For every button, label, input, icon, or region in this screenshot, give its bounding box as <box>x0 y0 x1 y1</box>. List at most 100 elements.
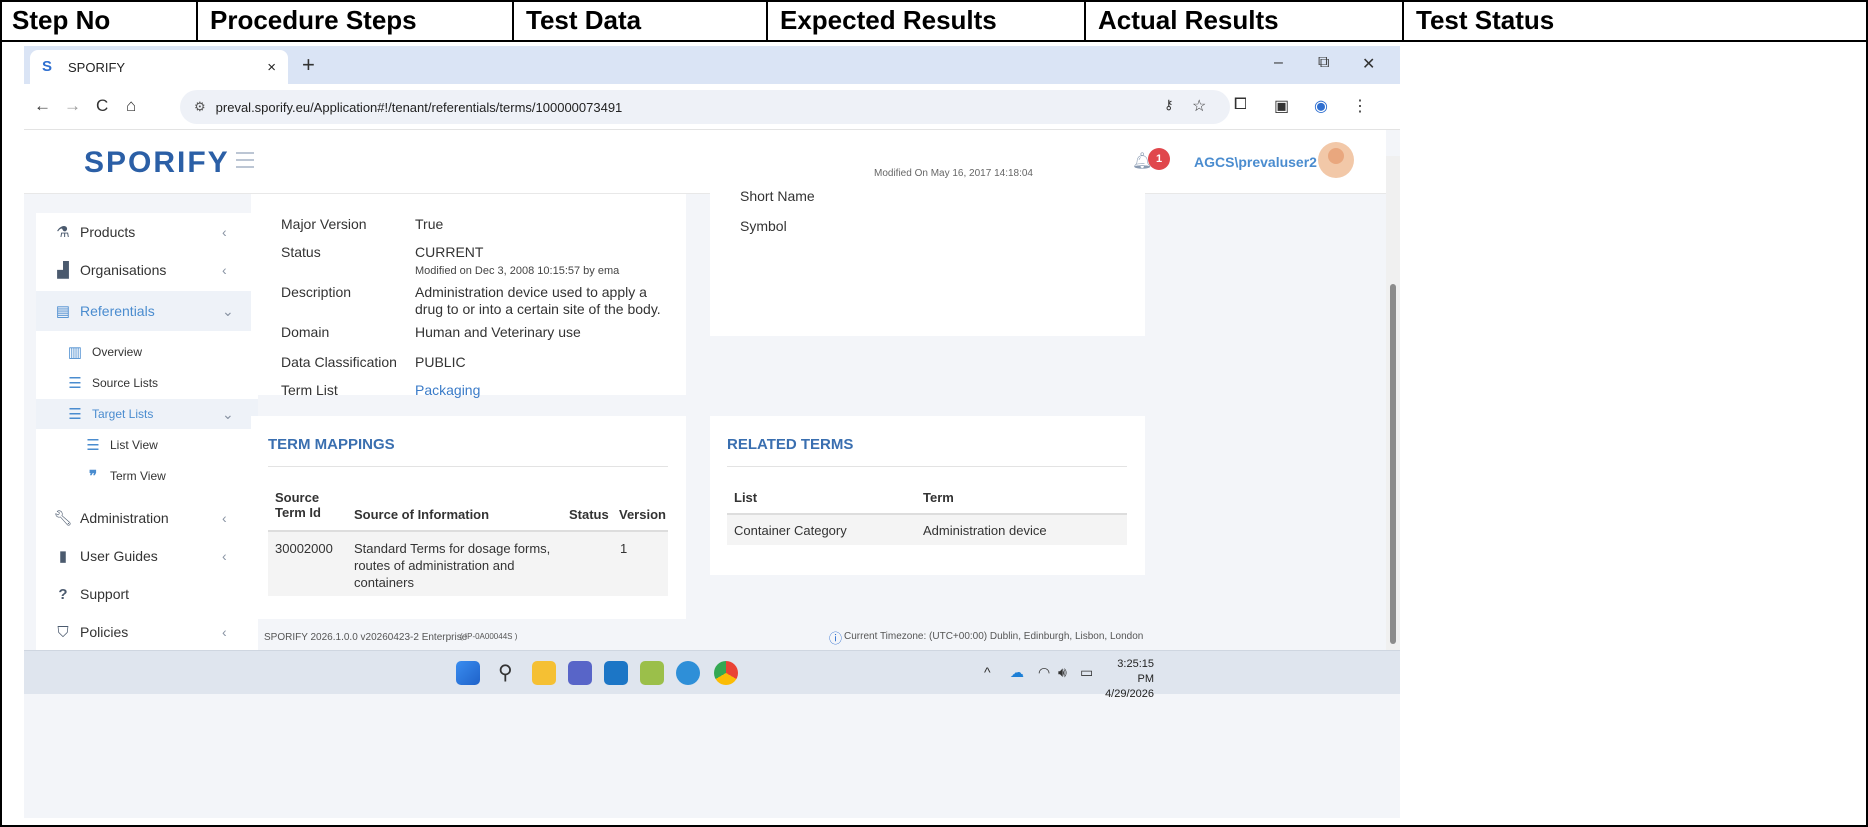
speaker-icon[interactable]: 🔊︎ <box>1058 664 1067 681</box>
close-window-button[interactable]: ✕ <box>1362 54 1375 74</box>
sidebar-item-term-view[interactable]: ❞ Term View <box>36 461 258 491</box>
file-explorer-icon[interactable] <box>532 661 556 685</box>
table-row: 30002000 Standard Terms for dosage forms… <box>268 532 668 596</box>
sidebar-item-label: Administration <box>80 510 169 526</box>
wifi-icon[interactable]: ◠ <box>1038 664 1050 681</box>
sidebar-item-target-lists[interactable]: ☰ Target Lists ⌄ <box>36 399 258 429</box>
chevron-left-icon: ‹ <box>222 624 227 640</box>
sidebar-item-overview[interactable]: ▥ Overview <box>36 337 258 367</box>
new-tab-button[interactable]: + <box>302 52 315 78</box>
teams-icon[interactable] <box>568 661 592 685</box>
reload-button[interactable]: C <box>96 96 108 116</box>
sidebar-item-label: Source Lists <box>92 376 159 390</box>
sidebar-item-label: Overview <box>92 345 143 359</box>
field-value: Human and Veterinary use <box>415 324 581 340</box>
minimize-button[interactable]: – <box>1274 54 1283 72</box>
col-list: List <box>734 490 758 505</box>
related-terms-title: RELATED TERMS <box>727 436 854 453</box>
col-source-of-information: Source of Information <box>354 507 490 522</box>
onedrive-icon[interactable]: ☁ <box>1010 664 1024 681</box>
reading-mode-icon[interactable]: ▣ <box>1274 96 1289 116</box>
col-source-term-id: Source Term Id <box>275 490 321 520</box>
field-label: Status <box>281 244 321 260</box>
address-bar-row: ← → C ⌂ ⚙ preval.sporify.eu/Application#… <box>24 84 1400 130</box>
related-term-link[interactable]: Administration device <box>923 522 1047 539</box>
table-border-top <box>0 0 1868 2</box>
sidebar-item-user-guides[interactable]: ▮ User Guides ‹ <box>36 537 258 575</box>
sidebar-item-label: Referentials <box>80 303 155 319</box>
quote-icon: ❞ <box>88 468 98 485</box>
notification-badge[interactable]: 1 <box>1148 148 1170 170</box>
forward-button[interactable]: → <box>64 96 81 116</box>
col-expected-results: Expected Results <box>768 0 1086 40</box>
edge-icon[interactable] <box>676 661 700 685</box>
wrench-icon: 🔧︎ <box>53 510 73 527</box>
sidebar-item-label: List View <box>110 438 158 452</box>
col-test-status: Test Status <box>1416 5 1555 35</box>
related-terms-card: RELATED TERMS List Term Container Catego… <box>710 416 1145 575</box>
col-step-no: Step No <box>0 0 198 40</box>
sidebar-item-label: Term View <box>110 469 166 483</box>
related-list-link[interactable]: Container Category <box>734 522 847 539</box>
sidebar-item-referentials[interactable]: ▤ Referentials ⌄ <box>36 291 258 331</box>
profile-icon[interactable]: ◉ <box>1314 96 1328 116</box>
taskbar-clock[interactable]: 3:25:15 PM 4/29/2026 <box>1104 657 1154 702</box>
back-button[interactable]: ← <box>34 96 51 116</box>
field-label: Description <box>281 284 352 300</box>
field-value: True <box>415 216 444 232</box>
term-list-link[interactable]: Packaging <box>415 382 665 399</box>
source-info-link[interactable]: Standard Terms for dosage forms, routes … <box>354 540 554 591</box>
search-icon[interactable]: ⚲ <box>498 660 513 685</box>
tab-close-icon[interactable]: × <box>267 59 276 76</box>
hamburger-menu-icon[interactable] <box>236 152 254 173</box>
chevron-left-icon: ‹ <box>222 262 227 278</box>
status-modified-text: Modified on Dec 3, 2008 10:15:57 by ema <box>415 265 620 277</box>
field-value: Administration device used to apply a dr… <box>415 284 661 317</box>
sidebar-item-source-lists[interactable]: ☰ Source Lists <box>36 368 258 398</box>
col-version: Version <box>619 507 666 522</box>
clock-date: 4/29/2026 <box>1105 688 1154 700</box>
browser-tab[interactable]: S SPORIFY × <box>30 50 288 84</box>
table-row: Container Category Administration device <box>727 515 1127 545</box>
menu-icon[interactable]: ⋮ <box>1352 96 1368 116</box>
sidebar-item-label: User Guides <box>80 548 158 564</box>
clock-time: 3:25:15 PM <box>1117 658 1154 685</box>
sidebar: ⚗ Products ‹ ▟ Organisations ‹ ▤ Referen… <box>36 213 258 691</box>
scrollbar-thumb[interactable] <box>1390 284 1396 644</box>
list-icon: ☰ <box>86 437 100 454</box>
site-info-icon[interactable]: ⚙ <box>194 99 206 115</box>
version-cell: 1 <box>620 541 628 556</box>
windows-taskbar: ⚲ ^ ☁ ◠ 🔊︎ ▭ 3:25:15 PM 4/29/2026 <box>24 650 1400 700</box>
sidebar-item-support[interactable]: ? Support <box>36 575 258 613</box>
sidebar-item-list-view[interactable]: ☰ List View <box>36 430 258 460</box>
sidebar-item-label: Support <box>80 586 130 602</box>
password-key-icon[interactable]: ⚷ <box>1164 97 1174 113</box>
chrome-icon[interactable] <box>714 661 738 685</box>
app-header: SPORIFY 🔔︎ 1 AGCS\prevaluser2 <box>24 130 1386 194</box>
sidebar-item-administration[interactable]: 🔧︎ Administration ‹ <box>36 499 258 537</box>
sidebar-item-policies[interactable]: ⛉ Policies ‹ <box>36 613 258 651</box>
url-bar[interactable]: ⚙ preval.sporify.eu/Application#!/tenant… <box>180 90 1230 124</box>
sidebar-item-organisations[interactable]: ▟ Organisations ‹ <box>36 251 258 289</box>
page-scrollbar[interactable] <box>1386 156 1400 650</box>
field-label: Term List <box>281 382 338 398</box>
extensions-icon[interactable]: ⧠ <box>1234 96 1247 114</box>
sidebar-item-products[interactable]: ⚗ Products ‹ <box>36 213 258 251</box>
home-button[interactable]: ⌂ <box>126 96 136 116</box>
chevron-left-icon: ‹ <box>222 224 227 240</box>
outlook-icon[interactable] <box>604 661 628 685</box>
battery-icon[interactable]: ▭ <box>1080 664 1093 681</box>
notepad-icon[interactable] <box>640 661 664 685</box>
version-text: SPORIFY 2026.1.0.0 v20260423-2 Enterpris… <box>264 632 468 643</box>
start-icon[interactable] <box>456 661 480 685</box>
list-icon: ☰ <box>68 375 82 392</box>
sporify-logo[interactable]: SPORIFY <box>84 146 230 180</box>
avatar[interactable] <box>1318 142 1354 178</box>
field-value: PUBLIC <box>415 354 466 370</box>
restore-button[interactable]: ⧉ <box>1318 54 1329 72</box>
bookmark-star-icon[interactable]: ☆ <box>1192 96 1206 116</box>
short-name-label: Short Name <box>740 188 815 204</box>
user-name[interactable]: AGCS\prevaluser2 <box>1194 154 1317 170</box>
chevron-up-icon[interactable]: ^ <box>984 664 991 680</box>
term-names-card: Modified On May 16, 2017 14:18:04 Short … <box>710 168 1145 336</box>
